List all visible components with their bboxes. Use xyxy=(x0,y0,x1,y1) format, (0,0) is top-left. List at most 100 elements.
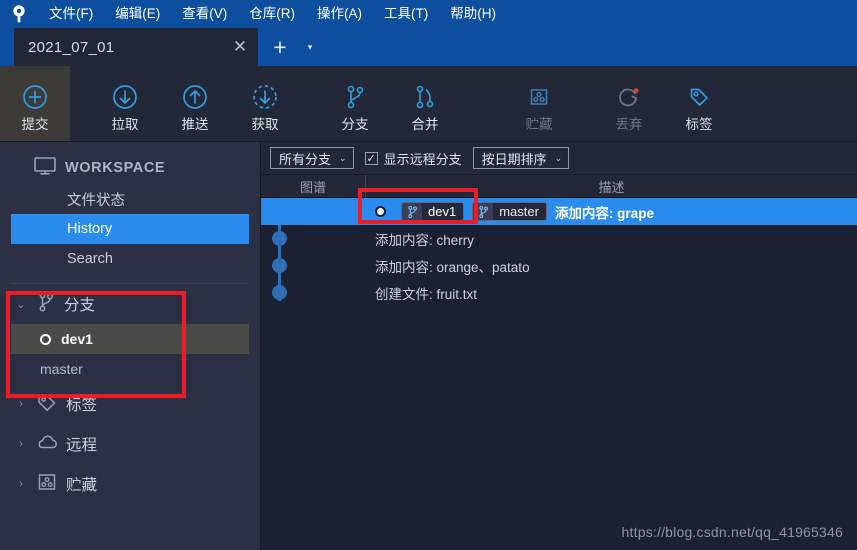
sort-order-value: 按日期排序 xyxy=(481,151,547,167)
branch-button[interactable]: 分支 xyxy=(320,66,390,141)
merge-button[interactable]: 合并 xyxy=(390,66,460,141)
pull-label: 拉取 xyxy=(111,116,139,132)
push-button[interactable]: 推送 xyxy=(160,66,230,141)
chevron-down-icon: ⌄ xyxy=(554,152,563,163)
branch-label: 分支 xyxy=(341,116,369,132)
commit-label: 提交 xyxy=(21,116,49,132)
commit-table-header: 图谱 描述 xyxy=(261,174,857,198)
menu-item-list: 文件(F) 编辑(E) 查看(V) 仓库(R) 操作(A) 工具(T) 帮助(H… xyxy=(38,4,507,25)
sourcetree-logo-icon xyxy=(0,0,38,28)
fetch-icon xyxy=(250,80,280,114)
merge-icon xyxy=(410,80,440,114)
close-icon[interactable]: ✕ xyxy=(228,35,252,59)
commit-icon xyxy=(20,80,50,114)
branch-icon xyxy=(473,203,494,220)
branch-ref-dev1[interactable]: dev1 xyxy=(401,202,465,221)
sidebar-branch-master-label: master xyxy=(40,361,83,377)
chevron-down-icon[interactable]: ⌄ xyxy=(14,298,28,311)
commit-message: 创建文件: fruit.txt xyxy=(375,286,478,302)
commit-message: 添加内容: grape xyxy=(554,205,654,221)
commit-description-cell: 添加内容: orange、patato xyxy=(365,252,857,279)
pull-button[interactable]: 拉取 xyxy=(90,66,160,141)
commit-message: 添加内容: cherry xyxy=(375,232,475,248)
tab-2021-07-01[interactable]: 2021_07_01 ✕ xyxy=(14,28,258,66)
stash-label: 贮藏 xyxy=(525,116,553,132)
sidebar-item-history[interactable]: History xyxy=(11,214,249,244)
branch-filter-select[interactable]: 所有分支 ⌄ xyxy=(270,147,354,169)
discard-button[interactable]: 丢弃 xyxy=(594,66,664,141)
pull-icon xyxy=(110,80,140,114)
sidebar-group-branches-label: 分支 xyxy=(64,297,96,314)
watermark: https://blog.csdn.net/qq_41965346 xyxy=(621,524,843,540)
menu-actions[interactable]: 操作(A) xyxy=(306,4,373,25)
branch-icon xyxy=(340,80,370,114)
sidebar-group-tags-label: 标签 xyxy=(66,397,98,414)
show-remote-branches-checkbox[interactable]: ✓ 显示远程分支 xyxy=(364,149,462,168)
commit-list: dev1 master 添加内容: grape 添加内容: cherry 添加内… xyxy=(261,198,857,306)
sidebar-branch-dev1[interactable]: dev1 xyxy=(11,324,249,354)
sidebar-group-remotes-label: 远程 xyxy=(66,437,98,454)
commit-button[interactable]: 提交 xyxy=(0,66,70,141)
chevron-down-icon[interactable]: ▾ xyxy=(296,28,324,66)
menu-help[interactable]: 帮助(H) xyxy=(439,4,507,25)
branch-ref-master[interactable]: master xyxy=(472,202,547,221)
push-label: 推送 xyxy=(181,116,209,132)
stash-button[interactable]: 贮藏 xyxy=(504,66,574,141)
sort-order-select[interactable]: 按日期排序 ⌄ xyxy=(472,147,570,169)
table-row[interactable]: 创建文件: fruit.txt xyxy=(261,279,857,306)
workspace-label: WORKSPACE xyxy=(65,160,166,176)
commit-description-cell: 添加内容: cherry xyxy=(365,225,857,252)
commit-node-icon xyxy=(375,206,393,217)
sidebar-group-stashes-label: 贮藏 xyxy=(66,477,98,494)
menu-repository[interactable]: 仓库(R) xyxy=(238,4,306,25)
checkbox-icon: ✓ xyxy=(364,151,378,165)
tag-label: 标签 xyxy=(685,116,713,132)
tab-label: 2021_07_01 xyxy=(28,38,115,56)
branch-icon xyxy=(402,203,422,220)
tab-bar: 2021_07_01 ✕ + ▾ xyxy=(0,28,857,66)
table-row[interactable]: 添加内容: cherry xyxy=(261,225,857,252)
sourcetree-window: 文件(F) 编辑(E) 查看(V) 仓库(R) 操作(A) 工具(T) 帮助(H… xyxy=(0,0,857,550)
column-header-description[interactable]: 描述 xyxy=(366,177,857,196)
sidebar-item-search[interactable]: Search xyxy=(0,244,260,274)
stash-icon xyxy=(524,80,554,114)
commit-graph-cell xyxy=(261,198,365,225)
sidebar-branch-dev1-label: dev1 xyxy=(61,331,93,347)
stash-icon xyxy=(36,472,58,497)
menu-tools[interactable]: 工具(T) xyxy=(373,4,439,25)
menu-edit[interactable]: 编辑(E) xyxy=(104,4,171,25)
sidebar-group-remotes[interactable]: › 远程 xyxy=(0,424,260,464)
commit-message: 添加内容: orange、patato xyxy=(375,259,530,275)
workspace-header: WORKSPACE xyxy=(0,152,260,184)
new-tab-icon[interactable]: + xyxy=(264,28,296,66)
table-row[interactable]: 添加内容: orange、patato xyxy=(261,252,857,279)
branch-ref-master-label: master xyxy=(493,203,546,220)
chevron-right-icon[interactable]: › xyxy=(14,438,28,450)
menu-file[interactable]: 文件(F) xyxy=(38,4,104,25)
column-header-graph[interactable]: 图谱 xyxy=(261,177,365,196)
sidebar-branch-master[interactable]: master xyxy=(0,354,260,384)
merge-label: 合并 xyxy=(411,116,439,132)
menu-view[interactable]: 查看(V) xyxy=(171,4,238,25)
commit-graph-cell xyxy=(261,279,365,306)
chevron-right-icon[interactable]: › xyxy=(14,398,28,410)
commit-description-cell: dev1 master 添加内容: grape xyxy=(365,198,857,225)
sidebar-group-stashes[interactable]: › 贮藏 xyxy=(0,464,260,504)
sidebar-group-branches[interactable]: ⌄ 分支 xyxy=(0,284,260,324)
tag-button[interactable]: 标签 xyxy=(664,66,734,141)
filter-bar: 所有分支 ⌄ ✓ 显示远程分支 按日期排序 ⌄ xyxy=(261,142,857,175)
current-branch-icon xyxy=(40,333,51,345)
chevron-right-icon[interactable]: › xyxy=(14,478,28,490)
sidebar-item-file-status[interactable]: 文件状态 xyxy=(0,184,260,214)
sidebar-group-tags[interactable]: › 标签 xyxy=(0,384,260,424)
discard-label: 丢弃 xyxy=(615,116,643,132)
toolbar: 提交 拉取 推送 获取 分支 合并 贮藏 丢弃 标签 xyxy=(0,66,857,142)
fetch-button[interactable]: 获取 xyxy=(230,66,300,141)
push-icon xyxy=(180,80,210,114)
show-remote-branches-label: 显示远程分支 xyxy=(383,151,462,167)
table-row[interactable]: dev1 master 添加内容: grape xyxy=(261,198,857,225)
